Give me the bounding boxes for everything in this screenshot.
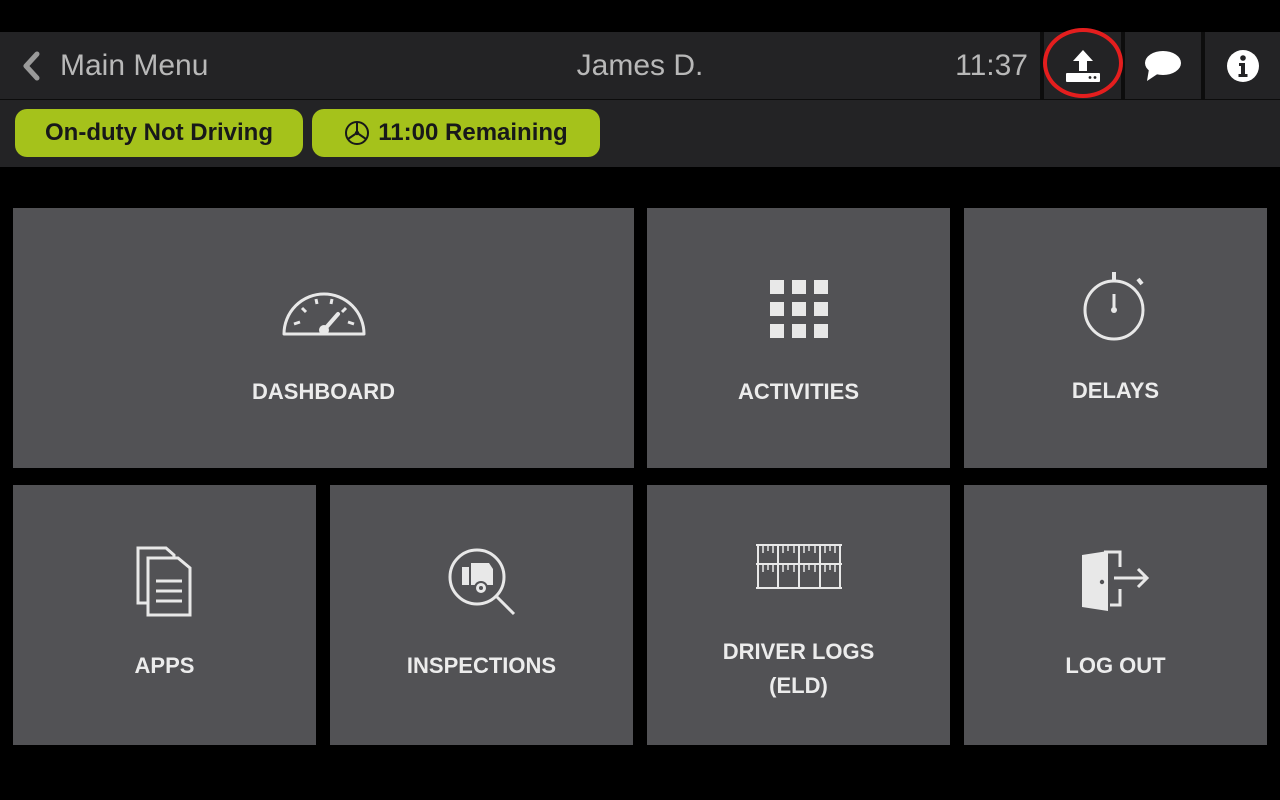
apps-tile[interactable]: APPS [13,485,316,745]
divider [1040,32,1044,99]
info-button[interactable] [1205,32,1280,99]
tile-label: ACTIVITIES [737,379,859,404]
documents-icon [136,546,191,617]
messages-button[interactable] [1125,32,1201,99]
stopwatch-icon [1083,272,1144,341]
duty-status-badge[interactable]: On-duty Not Driving [15,109,303,157]
log-out-tile[interactable]: LOG OUT [964,485,1267,745]
clock: 11:37 [955,49,1028,82]
grid-icon [769,280,828,338]
upload-icon [1066,49,1100,82]
tile-label: LOG OUT [1065,653,1166,678]
tile-label: DELAYS [1071,378,1160,403]
upload-button[interactable] [1045,32,1121,99]
tile-label-line1: DRIVER LOGS [722,639,875,664]
speedometer-icon [282,292,365,336]
activities-tile[interactable]: ACTIVITIES [647,208,950,468]
top-bar: Main Menu James D. 11:37 [0,32,1280,100]
truck-inspection-icon [448,548,515,616]
steering-wheel-icon [345,121,370,145]
back-label: Main Menu [60,48,209,82]
door-exit-icon [1081,550,1149,611]
remaining-time-label: 11:00 Remaining [378,119,568,146]
chevron-left-icon [23,51,40,80]
tile-label: DASHBOARD [252,379,395,404]
back-button[interactable]: Main Menu [22,32,208,99]
delays-tile[interactable]: DELAYS [964,208,1267,468]
tile-label: APPS [134,653,195,678]
remaining-time-badge[interactable]: 11:00 Remaining [312,109,600,157]
status-bar: On-duty Not Driving 11:00 Remaining [0,100,1280,167]
dashboard-tile[interactable]: DASHBOARD [13,208,634,468]
duty-status-label: On-duty Not Driving [45,119,273,146]
log-grid-icon [755,544,842,589]
driver-name: James D. [576,49,704,82]
chat-icon [1145,50,1181,81]
tile-label: INSPECTIONS [406,653,557,678]
inspections-tile[interactable]: INSPECTIONS [330,485,633,745]
tile-label-line2: (ELD) [769,673,828,698]
driver-logs-tile[interactable]: DRIVER LOGS (ELD) [647,485,950,745]
info-icon [1227,49,1259,82]
